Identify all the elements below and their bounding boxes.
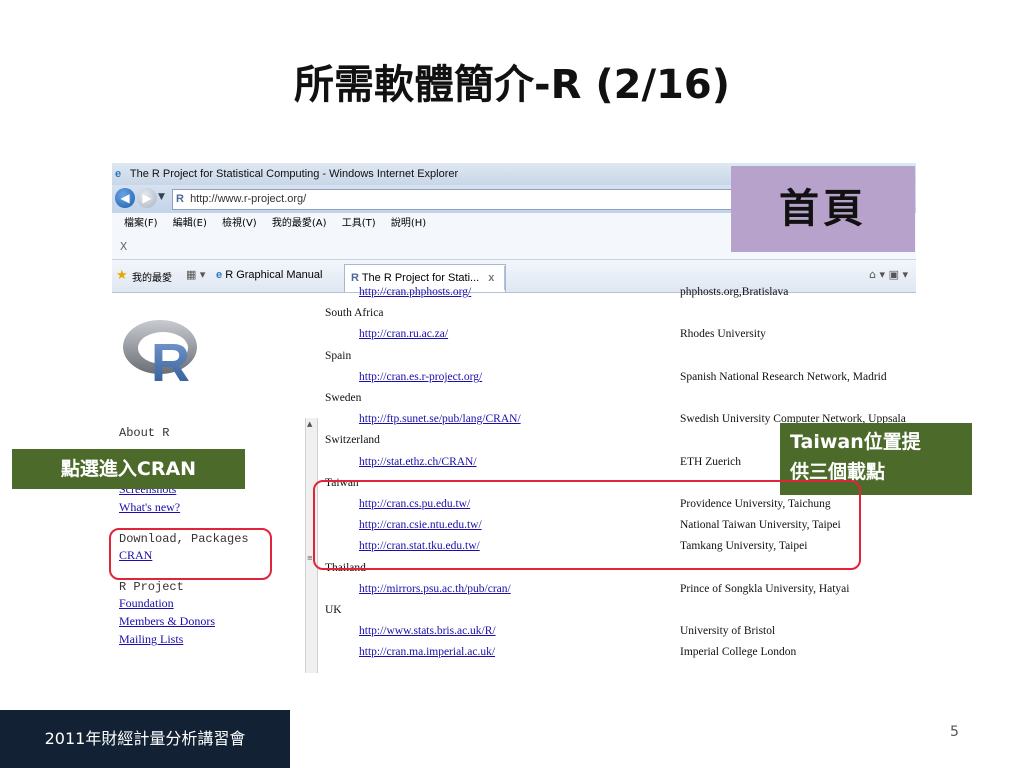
- home-feed-icons[interactable]: ⌂ ▾ ▣ ▾: [869, 268, 908, 281]
- mirror-url-link[interactable]: http://cran.ma.imperial.ac.uk/: [359, 646, 495, 658]
- quick-tabs-icon[interactable]: ▦ ▾: [186, 268, 205, 281]
- fav-link-r-graphical-manual[interactable]: e R Graphical Manual: [216, 269, 322, 281]
- page-number: 5: [950, 724, 959, 740]
- x-toolbar-close[interactable]: X: [120, 240, 127, 254]
- country-row: Spain: [325, 350, 915, 370]
- mirror-url-link[interactable]: http://cran.es.r-project.org/: [359, 371, 482, 383]
- favorites-star-icon[interactable]: ★: [116, 268, 128, 283]
- forward-button[interactable]: ▶: [137, 188, 157, 208]
- menu-view[interactable]: 檢視(V): [222, 218, 257, 229]
- callout-click-cran: 點選進入CRAN: [12, 449, 245, 489]
- mirror-host: Prince of Songkla University, Hatyai: [680, 582, 850, 595]
- link-whats-new[interactable]: What's new?: [119, 498, 249, 516]
- window-title: The R Project for Statistical Computing …: [129, 168, 459, 180]
- history-dropdown-icon[interactable]: ▼: [158, 192, 165, 202]
- mirror-url-link[interactable]: http://ftp.sunet.se/pub/lang/CRAN/: [359, 413, 521, 425]
- about-heading: About R: [119, 426, 170, 440]
- country-row: South Africa: [325, 307, 915, 327]
- scroll-up-icon[interactable]: ▲: [307, 420, 312, 428]
- mirror-url-link[interactable]: http://www.stats.bris.ac.uk/R/: [359, 625, 496, 637]
- country-name: South Africa: [325, 307, 384, 320]
- svg-text:R: R: [151, 333, 190, 385]
- menu-file[interactable]: 檔案(F): [124, 218, 158, 229]
- project-heading: R Project: [119, 580, 184, 594]
- country-row: UK: [325, 604, 915, 624]
- menu-edit[interactable]: 編輯(E): [173, 218, 207, 229]
- r-favicon-icon: R: [176, 193, 184, 205]
- mirror-host: Imperial College London: [680, 646, 797, 659]
- mirror-row: http://cran.phphosts.org/phphosts.org,Br…: [325, 286, 915, 306]
- callout-taiwan-line1: Taiwan位置提: [790, 431, 921, 453]
- mirror-url-link[interactable]: http://cran.phphosts.org/: [359, 286, 471, 298]
- mirror-host: University of Bristol: [680, 625, 776, 638]
- r-tab-icon: R: [351, 272, 359, 284]
- highlight-cran-box: [109, 528, 272, 580]
- mirror-row: http://cran.ru.ac.za/Rhodes University: [325, 328, 915, 348]
- menu-tools[interactable]: 工具(T): [342, 218, 376, 229]
- menu-help[interactable]: 說明(H): [391, 218, 426, 229]
- tab-close-icon[interactable]: x: [488, 272, 494, 284]
- mirror-row: http://www.stats.bris.ac.uk/R/University…: [325, 625, 915, 645]
- country-name: UK: [325, 604, 342, 616]
- link-foundation[interactable]: Foundation: [119, 594, 249, 612]
- mirror-row: http://mirrors.psu.ac.th/pub/cran/Prince…: [325, 583, 915, 603]
- mirror-row: http://cran.es.r-project.org/Spanish Nat…: [325, 371, 915, 391]
- mirror-url-link[interactable]: http://mirrors.psu.ac.th/pub/cran/: [359, 583, 511, 595]
- link-mailing-lists[interactable]: Mailing Lists: [119, 630, 249, 648]
- highlight-taiwan-box: [313, 480, 861, 570]
- mirror-host: phphosts.org,Bratislava: [680, 286, 789, 298]
- country-row: Sweden: [325, 392, 915, 412]
- scroll-grip-icon[interactable]: ≡: [307, 554, 313, 562]
- url-text: http://www.r-project.org/: [190, 193, 307, 205]
- mirror-host: Rhodes University: [680, 328, 766, 341]
- mirror-url-link[interactable]: http://cran.ru.ac.za/: [359, 328, 448, 340]
- slide-title: 所需軟體簡介-R (2/16): [294, 62, 730, 108]
- ie-page-icon: e: [216, 269, 223, 281]
- country-name: Switzerland: [325, 434, 380, 447]
- country-name: Spain: [325, 349, 352, 362]
- favorites-label[interactable]: 我的最愛: [132, 269, 172, 284]
- callout-home: 首頁: [731, 166, 915, 252]
- mirror-host: ETH Zuerich: [680, 455, 741, 468]
- country-name: Sweden: [325, 392, 362, 404]
- menu-favorites[interactable]: 我的最愛(A): [272, 218, 327, 229]
- mirror-url-link[interactable]: http://stat.ethz.ch/CRAN/: [359, 456, 477, 468]
- r-logo: R: [123, 320, 197, 385]
- link-members-donors[interactable]: Members & Donors: [119, 612, 249, 630]
- footer-banner: 2011年財經計量分析講習會: [0, 710, 290, 768]
- back-button[interactable]: ◀: [115, 188, 135, 208]
- mirror-host: Spanish National Research Network, Madri…: [680, 370, 887, 383]
- url-input[interactable]: R http://www.r-project.org/: [172, 189, 734, 210]
- mirror-row: http://cran.ma.imperial.ac.uk/Imperial C…: [325, 646, 915, 666]
- ie-icon: e: [115, 168, 122, 180]
